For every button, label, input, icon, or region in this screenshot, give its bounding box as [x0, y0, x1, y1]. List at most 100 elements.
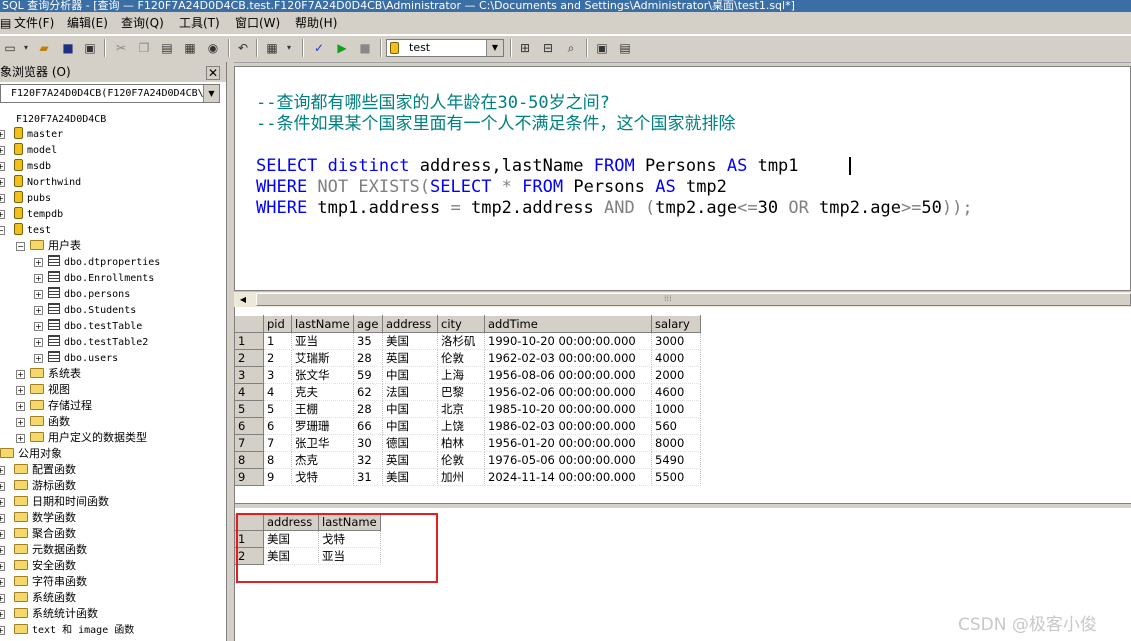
tree-common-item[interactable]: + 配置函数 — [0, 462, 76, 478]
expand-icon[interactable]: + — [0, 466, 5, 475]
server-combo[interactable]: F120F7A24D0D4CB(F120F7A24D0D4CB\ ▼ — [0, 84, 220, 103]
tree-common-item[interactable]: + 系统统计函数 — [0, 606, 98, 622]
display-plan-icon[interactable]: ⊞ — [517, 40, 533, 56]
expand-icon[interactable]: + — [0, 210, 5, 219]
menu-window[interactable]: 窗口(W) — [235, 15, 280, 31]
tree-table[interactable]: + dbo.dtproperties — [34, 254, 160, 270]
column-header[interactable]: salary — [651, 315, 701, 333]
expand-icon[interactable]: + — [0, 562, 5, 571]
expand-icon[interactable]: + — [0, 578, 5, 587]
column-header[interactable]: lastName — [291, 315, 354, 333]
tree-db-northwind[interactable]: + Northwind — [0, 174, 81, 190]
expand-icon[interactable]: + — [0, 530, 5, 539]
expand-icon[interactable]: + — [0, 162, 5, 171]
expand-icon[interactable]: + — [34, 306, 43, 315]
expand-icon[interactable]: + — [0, 610, 5, 619]
find-icon[interactable]: ◉ — [205, 40, 221, 56]
tree-folder-stored-procedures[interactable]: + 存储过程 — [14, 398, 92, 414]
sql-editor[interactable]: --查询都有哪些国家的人年龄在30-50岁之间? --条件如果某个国家里面有一个… — [234, 66, 1131, 291]
table-row[interactable]: 1 1 亚当 35 美国 洛杉矶 1990-10-20 00:00:00.000 3000 — [235, 332, 701, 350]
expand-icon[interactable]: + — [16, 402, 25, 411]
expand-icon[interactable]: + — [0, 130, 5, 139]
column-header[interactable]: pid — [263, 315, 292, 333]
expand-icon[interactable]: + — [34, 274, 43, 283]
table-row[interactable]: 3 3 张文华 59 中国 上海 1956-08-06 00:00:00.000 2000 — [235, 366, 701, 384]
cancel-execution-icon[interactable]: ■ — [357, 40, 373, 56]
column-header[interactable]: age — [353, 315, 383, 333]
tree-folder-system-tables[interactable]: + 系统表 — [14, 366, 81, 382]
menu-help[interactable]: 帮助(H) — [295, 15, 337, 31]
menu-edit[interactable]: 编辑(E) — [67, 15, 108, 31]
insert-template-icon[interactable]: ▣ — [82, 40, 98, 56]
tree-common-objects[interactable]: 公用对象 — [0, 446, 62, 462]
show-results-pane-icon[interactable]: ▤ — [617, 40, 633, 56]
results-dropdown-icon[interactable]: ▾ — [281, 40, 297, 56]
new-query-dropdown-icon[interactable]: ▾ — [18, 40, 34, 56]
chevron-down-icon[interactable]: ▼ — [486, 40, 503, 56]
tree-common-item[interactable]: + 游标函数 — [0, 478, 76, 494]
column-header[interactable]: addTime — [484, 315, 652, 333]
tree-server[interactable]: F120F7A24D0D4CB — [0, 110, 106, 126]
menu-tools[interactable]: 工具(T) — [179, 15, 220, 31]
result-grid-1[interactable]: pid lastName age address city addTime sa… — [235, 315, 701, 486]
tree-common-item[interactable]: + 元数据函数 — [0, 542, 87, 558]
expand-icon[interactable]: + — [16, 434, 25, 443]
table-row[interactable]: 4 4 克夫 62 法国 巴黎 1956-02-06 00:00:00.000 4600 — [235, 383, 701, 401]
paste-icon[interactable]: ▤ — [159, 40, 175, 56]
expand-icon[interactable]: + — [0, 482, 5, 491]
expand-icon[interactable]: + — [34, 338, 43, 347]
scroll-left-icon[interactable]: ◀ — [236, 293, 250, 306]
column-header[interactable]: city — [437, 315, 485, 333]
column-header[interactable]: address — [382, 315, 438, 333]
results-grid-icon[interactable]: ▦ — [264, 40, 280, 56]
expand-icon[interactable]: + — [16, 370, 25, 379]
expand-icon[interactable]: + — [0, 514, 5, 523]
tree-folder-user-types[interactable]: + 用户定义的数据类型 — [14, 430, 147, 446]
scrollbar-thumb[interactable] — [256, 293, 1131, 306]
object-search-icon[interactable]: ⌕ — [563, 40, 579, 56]
tree-table[interactable]: + dbo.testTable — [34, 318, 142, 334]
tree-db-test[interactable]: − test — [0, 222, 51, 238]
expand-icon[interactable]: + — [16, 386, 25, 395]
database-selector[interactable]: test ▼ — [386, 39, 504, 57]
tree-table[interactable]: + dbo.testTable2 — [34, 334, 148, 350]
tree-common-item[interactable]: + text 和 image 函数 — [0, 622, 134, 638]
execute-icon[interactable]: ▶ — [334, 40, 350, 56]
tree-common-item[interactable]: + 安全函数 — [0, 558, 76, 574]
grid-corner[interactable] — [235, 315, 264, 333]
table-row[interactable]: 8 8 杰克 32 英国 伦敦 1976-05-06 00:00:00.000 5490 — [235, 451, 701, 469]
clear-window-icon[interactable]: ▦ — [182, 40, 198, 56]
table-row[interactable]: 5 5 王棚 28 中国 北京 1985-10-20 00:00:00.000 1000 — [235, 400, 701, 418]
tree-db-msdb[interactable]: + msdb — [0, 158, 51, 174]
expand-icon[interactable]: + — [0, 498, 5, 507]
copy-icon[interactable]: ❐ — [136, 40, 152, 56]
chevron-down-icon[interactable]: ▼ — [203, 85, 219, 102]
tree-folder-user-tables[interactable]: − 用户表 — [14, 238, 81, 254]
tree-folder-functions[interactable]: + 函数 — [14, 414, 70, 430]
expand-icon[interactable]: + — [0, 546, 5, 555]
open-icon[interactable]: ▰ — [36, 40, 52, 56]
table-row[interactable]: 9 9 戈特 31 美国 加州 2024-11-14 00:00:00.000 5500 — [235, 468, 701, 486]
expand-icon[interactable]: + — [34, 354, 43, 363]
tree-common-item[interactable]: + 聚合函数 — [0, 526, 76, 542]
cut-icon[interactable]: ✂ — [113, 40, 129, 56]
tree-folder-views[interactable]: + 视图 — [14, 382, 70, 398]
tree-common-item[interactable]: + 日期和时间函数 — [0, 494, 109, 510]
tree-db-tempdb[interactable]: + tempdb — [0, 206, 63, 222]
properties-icon[interactable]: ▣ — [594, 40, 610, 56]
collapse-icon[interactable]: − — [0, 226, 5, 235]
tree-table[interactable]: + dbo.Enrollments — [34, 270, 154, 286]
expand-icon[interactable]: + — [0, 194, 5, 203]
tree-table[interactable]: + dbo.persons — [34, 286, 130, 302]
tree-common-item[interactable]: + 数学函数 — [0, 510, 76, 526]
table-row[interactable]: 2 2 艾瑞斯 28 英国 伦敦 1962-02-03 00:00:00.000 4000 — [235, 349, 701, 367]
parse-query-icon[interactable]: ✓ — [311, 40, 327, 56]
expand-icon[interactable]: + — [0, 594, 5, 603]
pane-splitter[interactable] — [227, 62, 234, 641]
tree-db-master[interactable]: + master — [0, 126, 63, 142]
results-divider[interactable] — [235, 503, 1131, 508]
table-row[interactable]: 6 6 罗珊珊 66 中国 上饶 1986-02-03 00:00:00.000 560 — [235, 417, 701, 435]
expand-icon[interactable]: + — [34, 290, 43, 299]
close-icon[interactable]: ✕ — [206, 66, 220, 80]
editor-horizontal-scrollbar[interactable]: ◀ ⁞⁞⁞ — [234, 291, 1131, 307]
